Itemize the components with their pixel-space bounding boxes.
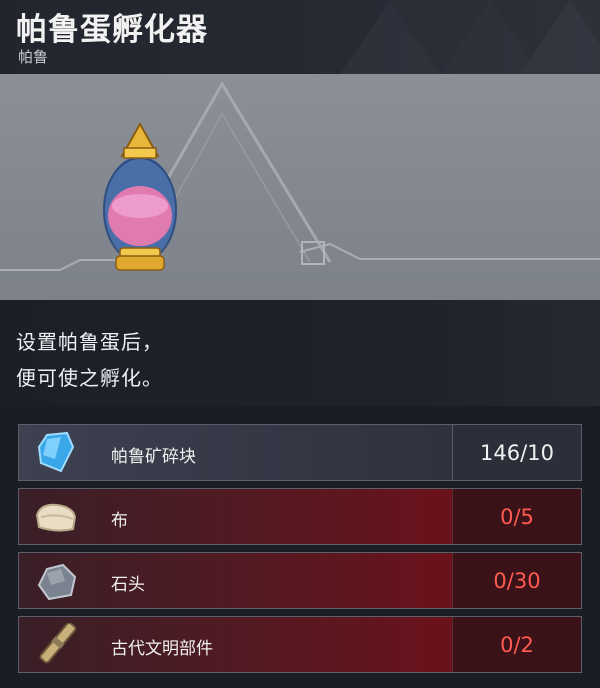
materials-list: 帕鲁矿碎块 146/10 布 0/5 石头 0/30 古代文明部件 0/2 (0, 406, 600, 688)
item-header: 帕鲁蛋孵化器 帕鲁 (0, 0, 600, 74)
material-name: 石头 (111, 575, 145, 595)
material-row: 石头 0/30 (18, 552, 582, 609)
ancient-part-icon (39, 623, 77, 664)
material-name: 帕鲁矿碎块 (111, 447, 196, 467)
crystal-icon (37, 431, 75, 473)
material-count: 146/10 (452, 425, 581, 480)
material-count: 0/30 (452, 553, 581, 608)
preview-background (0, 81, 600, 271)
material-name: 布 (111, 511, 128, 531)
material-count: 0/2 (452, 617, 581, 672)
description-line-2: 便可使之孵化。 (16, 366, 163, 390)
item-description: 设置帕鲁蛋后， 便可使之孵化。 (0, 300, 600, 406)
item-category: 帕鲁 (18, 48, 49, 66)
material-row: 布 0/5 (18, 488, 582, 545)
material-row: 古代文明部件 0/2 (18, 616, 582, 673)
header-pattern (340, 0, 600, 74)
material-row: 帕鲁矿碎块 146/10 (18, 424, 582, 481)
cloth-icon (35, 503, 77, 532)
material-count: 0/5 (452, 489, 581, 544)
item-preview (0, 74, 600, 300)
description-line-1: 设置帕鲁蛋后， (16, 330, 163, 354)
incubator-icon (103, 121, 177, 271)
material-name: 古代文明部件 (111, 639, 213, 659)
stone-icon (37, 563, 77, 601)
item-title: 帕鲁蛋孵化器 (16, 12, 208, 48)
